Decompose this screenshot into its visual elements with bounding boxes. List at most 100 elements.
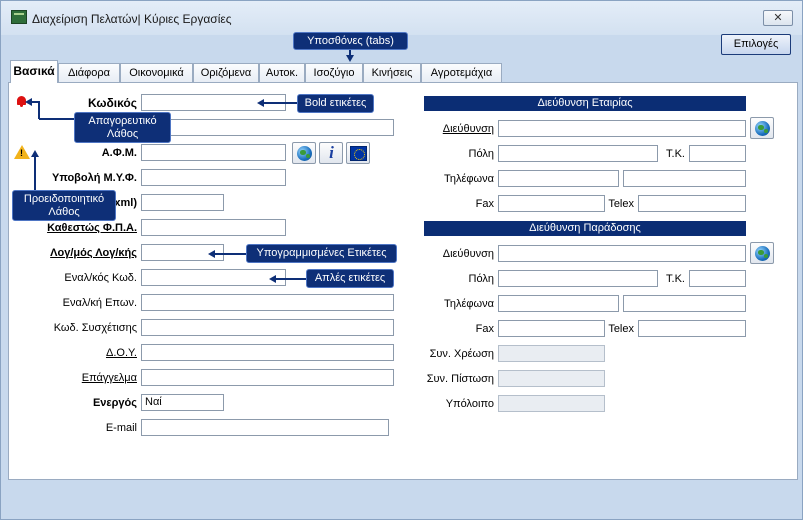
relation-code-field[interactable]	[141, 319, 394, 336]
app-logo-icon	[11, 10, 27, 24]
myf-field[interactable]	[141, 169, 286, 186]
company-address-map-button[interactable]	[750, 117, 774, 139]
callout-error-line-h	[39, 118, 74, 120]
company-address-header: Διεύθυνση Εταιρίας	[424, 96, 746, 111]
company-zip-label: Τ.Κ.	[666, 148, 685, 160]
main-window: Διαχείριση Πελατών| Κύριες Εργασίες ✕ Επ…	[0, 0, 803, 520]
doy-field[interactable]	[141, 344, 394, 361]
tab-balance-sheet[interactable]: Ισοζύγιο	[305, 63, 363, 83]
company-fax-label: Fax	[475, 198, 494, 210]
company-phone1-field[interactable]	[498, 170, 619, 187]
code-label: Κωδικός	[87, 96, 137, 110]
tab-financial[interactable]: Οικονομικά	[120, 63, 193, 83]
callout-underlined-labels: Υπογραμμισμένες Ετικέτες	[246, 244, 397, 263]
account-label: Λογ/μός Λογ/κής	[50, 247, 137, 259]
email-label: E-mail	[105, 422, 137, 434]
title-bar: Διαχείριση Πελατών| Κύριες Εργασίες ✕	[1, 1, 802, 35]
globe-icon	[755, 121, 770, 136]
callout-plain-arrow	[269, 275, 276, 283]
callout-error: Απαγορευτικό Λάθος	[74, 112, 171, 143]
company-address-field[interactable]	[498, 120, 746, 137]
doy-label: Δ.Ο.Υ.	[105, 347, 137, 359]
callout-warning-arrow	[31, 150, 39, 157]
delivery-address-label: Διεύθυνση	[442, 248, 494, 260]
company-city-field[interactable]	[498, 145, 658, 162]
balance-field	[498, 395, 605, 412]
globe-icon	[755, 246, 770, 261]
relation-code-label: Κωδ. Συσχέτισης	[53, 322, 137, 334]
alt-code-field[interactable]	[141, 269, 286, 286]
options-button[interactable]: Επιλογές	[721, 34, 791, 55]
email-field[interactable]	[141, 419, 389, 436]
close-button[interactable]: ✕	[763, 10, 793, 26]
callout-bold-line	[264, 102, 297, 104]
company-fax-field[interactable]	[498, 195, 605, 212]
afm-label: Α.Φ.Μ.	[101, 147, 137, 159]
company-telex-field[interactable]	[638, 195, 746, 212]
afm-info-button[interactable]: i	[319, 142, 343, 164]
callout-tabs-arrow	[346, 55, 354, 62]
delivery-telex-label: Telex	[608, 323, 634, 335]
callout-plain-labels: Απλές ετικέτες	[306, 269, 394, 288]
tab-auto[interactable]: Αυτοκ.	[259, 63, 305, 83]
profession-field[interactable]	[141, 369, 394, 386]
company-telex-label: Telex	[608, 198, 634, 210]
profession-label: Επάγγελμα	[81, 372, 137, 384]
delivery-fax-label: Fax	[475, 323, 494, 335]
tab-land-plots[interactable]: Αγροτεμάχια	[421, 63, 502, 83]
delivery-phones-label: Τηλέφωνα	[443, 298, 494, 310]
warning-exclamation: !	[20, 148, 23, 158]
delivery-fax-field[interactable]	[498, 320, 605, 337]
delivery-telex-field[interactable]	[638, 320, 746, 337]
delivery-phone2-field[interactable]	[623, 295, 746, 312]
callout-bold-labels: Bold ετικέτες	[297, 94, 374, 113]
company-zip-field[interactable]	[689, 145, 746, 162]
name-field[interactable]	[141, 119, 394, 136]
callout-warning: Προειδοποιητικό Λάθος	[12, 190, 116, 221]
company-city-label: Πόλη	[468, 148, 494, 160]
tab-transactions[interactable]: Κινήσεις	[363, 63, 421, 83]
callout-error-arrow	[25, 98, 32, 106]
vat-status-field[interactable]	[141, 219, 286, 236]
company-address-label: Διεύθυνση	[442, 123, 494, 135]
window-title: Διαχείριση Πελατών| Κύριες Εργασίες	[32, 12, 232, 26]
delivery-address-header: Διεύθυνση Παράδοσης	[424, 221, 746, 236]
tab-defined[interactable]: Οριζόμενα	[193, 63, 259, 83]
callout-tabs: Υποσθόνες (tabs)	[293, 32, 408, 50]
eu-flag-icon	[350, 146, 367, 161]
callout-underlined-arrow	[208, 250, 215, 258]
delivery-city-field[interactable]	[498, 270, 658, 287]
tab-basic[interactable]: Βασικά	[10, 60, 58, 83]
vat-status-label: Καθεστώς Φ.Π.Α.	[47, 222, 137, 234]
alt-code-label: Εναλ/κός Κωδ.	[64, 272, 137, 284]
delivery-zip-label: Τ.Κ.	[666, 273, 685, 285]
debit-total-field	[498, 345, 605, 362]
delivery-address-map-button[interactable]	[750, 242, 774, 264]
callout-error-line-v	[38, 101, 40, 119]
active-field[interactable]: Ναί	[141, 394, 224, 411]
callout-bold-arrow	[257, 99, 264, 107]
afm-field[interactable]	[141, 144, 286, 161]
alt-name-field[interactable]	[141, 294, 394, 311]
credit-total-label: Συν. Πίστωση	[426, 373, 494, 385]
active-label: Ενεργός	[92, 397, 137, 409]
debit-total-label: Συν. Χρέωση	[429, 348, 494, 360]
tab-misc[interactable]: Διάφορα	[58, 63, 120, 83]
info-icon: i	[329, 143, 334, 162]
afm-vies-button[interactable]	[346, 142, 370, 164]
myf-label: Υποβολή Μ.Υ.Φ.	[52, 172, 137, 184]
delivery-zip-field[interactable]	[689, 270, 746, 287]
callout-warning-line	[34, 157, 36, 190]
company-phones-label: Τηλέφωνα	[443, 173, 494, 185]
callout-plain-line	[276, 278, 306, 280]
credit-total-field	[498, 370, 605, 387]
alt-name-label: Εναλ/κή Επων.	[62, 297, 137, 309]
company-phone2-field[interactable]	[623, 170, 746, 187]
balance-label: Υπόλοιπο	[445, 398, 494, 410]
afm-globe-button[interactable]	[292, 142, 316, 164]
callout-underlined-line	[215, 253, 246, 255]
delivery-phone1-field[interactable]	[498, 295, 619, 312]
xml-field[interactable]	[141, 194, 224, 211]
delivery-address-field[interactable]	[498, 245, 746, 262]
globe-icon	[297, 146, 312, 161]
